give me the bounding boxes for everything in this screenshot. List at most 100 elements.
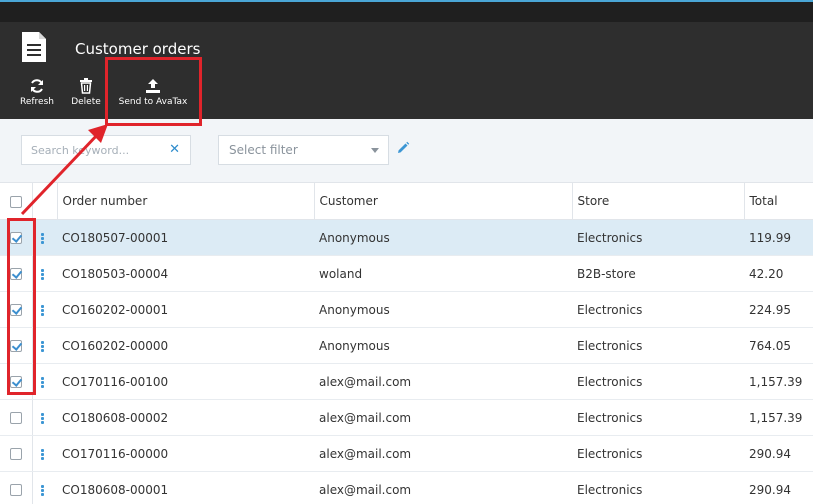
kebab-menu-icon[interactable] (40, 268, 45, 281)
filter-select-value: Select filter (229, 143, 298, 157)
cell-total: 1,157.39 (744, 363, 813, 400)
cell-order-number: CO180503-00004 (57, 255, 314, 292)
delete-label: Delete (71, 97, 101, 107)
cell-customer: alex@mail.com (314, 471, 572, 504)
row-checkbox[interactable] (9, 340, 22, 352)
cell-customer: alex@mail.com (314, 399, 572, 436)
row-menu-cell (32, 471, 57, 504)
cell-order-number: CO180608-00001 (57, 471, 314, 504)
row-checkbox[interactable] (9, 304, 22, 316)
cell-order-number: CO180608-00002 (57, 399, 314, 436)
cell-order-number: CO160202-00001 (57, 291, 314, 328)
orders-table: Order number Customer Store Total CO1805… (0, 182, 813, 504)
row-menu-cell (32, 219, 57, 256)
pencil-icon[interactable] (396, 141, 410, 155)
top-strip (0, 0, 813, 22)
cell-order-number: CO170116-00100 (57, 363, 314, 400)
toolbar: Refresh Delete Send to AvaTax (0, 72, 813, 119)
cell-total: 290.94 (744, 435, 813, 472)
select-all-checkbox[interactable] (9, 195, 22, 208)
search-input[interactable] (22, 136, 162, 164)
column-header-customer[interactable]: Customer (314, 182, 573, 220)
cell-store: Electronics (572, 471, 744, 504)
refresh-icon (31, 79, 43, 93)
table-header-row: Order number Customer Store Total (0, 182, 813, 220)
column-header-order-number[interactable]: Order number (57, 182, 315, 220)
cell-store: B2B-store (572, 255, 744, 292)
delete-button[interactable]: Delete (67, 78, 105, 114)
table-row[interactable]: CO160202-00001 Anonymous Electronics 224.95 (0, 291, 813, 328)
filter-select[interactable]: Select filter (218, 135, 389, 165)
row-checkbox-cell (0, 291, 33, 328)
row-menu-cell (32, 291, 57, 328)
cell-order-number: CO160202-00000 (57, 327, 314, 364)
cell-total: 764.05 (744, 327, 813, 364)
column-header-total[interactable]: Total (744, 182, 813, 220)
row-checkbox-cell (0, 255, 33, 292)
table-row[interactable]: CO170116-00000 alex@mail.com Electronics 29… (0, 435, 813, 472)
page-title: Customer orders (75, 40, 201, 58)
cell-order-number: CO170116-00000 (57, 435, 314, 472)
kebab-menu-icon[interactable] (40, 412, 45, 425)
row-checkbox[interactable] (9, 412, 22, 424)
trash-icon (80, 78, 92, 94)
close-icon[interactable]: ✕ (169, 142, 180, 157)
cell-store: Electronics (572, 363, 744, 400)
cell-customer: alex@mail.com (314, 435, 572, 472)
search-box: ✕ (21, 135, 191, 165)
send-to-avatax-button[interactable]: Send to AvaTax (110, 78, 196, 114)
upload-icon (146, 79, 160, 93)
column-header-store[interactable]: Store (572, 182, 745, 220)
row-checkbox[interactable] (9, 232, 22, 244)
select-all-cell (0, 182, 33, 220)
cell-total: 224.95 (744, 291, 813, 328)
row-checkbox[interactable] (9, 268, 22, 280)
row-checkbox[interactable] (9, 376, 22, 388)
table-row[interactable]: CO160202-00000 Anonymous Electronics 764.05 (0, 327, 813, 364)
menu-header-cell (32, 182, 58, 220)
kebab-menu-icon[interactable] (40, 448, 45, 461)
table-row[interactable]: CO180503-00004 woland B2B-store 42.20 (0, 255, 813, 292)
row-menu-cell (32, 399, 57, 436)
cell-store: Electronics (572, 435, 744, 472)
kebab-menu-icon[interactable] (40, 484, 45, 497)
kebab-menu-icon[interactable] (40, 340, 45, 353)
table-row[interactable]: CO180608-00002 alex@mail.com Electronics 1,… (0, 399, 813, 436)
cell-store: Electronics (572, 291, 744, 328)
row-checkbox[interactable] (9, 484, 22, 496)
row-menu-cell (32, 327, 57, 364)
cell-store: Electronics (572, 219, 744, 256)
row-checkbox-cell (0, 435, 33, 472)
cell-customer: alex@mail.com (314, 363, 572, 400)
cell-total: 42.20 (744, 255, 813, 292)
refresh-button[interactable]: Refresh (17, 78, 57, 114)
send-to-avatax-label: Send to AvaTax (118, 97, 188, 107)
table-row[interactable]: CO170116-00100 alex@mail.com Electronics 1,… (0, 363, 813, 400)
cell-total: 290.94 (744, 471, 813, 504)
page-header: Customer orders (0, 22, 813, 72)
cell-order-number: CO180507-00001 (57, 219, 314, 256)
refresh-label: Refresh (20, 97, 54, 107)
row-checkbox[interactable] (9, 448, 22, 460)
cell-customer: Anonymous (314, 291, 572, 328)
cell-store: Electronics (572, 327, 744, 364)
kebab-menu-icon[interactable] (40, 304, 45, 317)
document-icon (22, 32, 46, 62)
cell-total: 1,157.39 (744, 399, 813, 436)
cell-customer: Anonymous (314, 327, 572, 364)
cell-total: 119.99 (744, 219, 813, 256)
row-menu-cell (32, 363, 57, 400)
row-checkbox-cell (0, 471, 33, 504)
kebab-menu-icon[interactable] (40, 232, 45, 245)
chevron-down-icon (371, 148, 379, 153)
row-menu-cell (32, 255, 57, 292)
row-menu-cell (32, 435, 57, 472)
row-checkbox-cell (0, 399, 33, 436)
row-checkbox-cell (0, 327, 33, 364)
cell-store: Electronics (572, 399, 744, 436)
row-checkbox-cell (0, 363, 33, 400)
table-row[interactable]: CO180507-00001 Anonymous Electronics 119.99 (0, 219, 813, 256)
table-row[interactable]: CO180608-00001 alex@mail.com Electronics 29… (0, 471, 813, 504)
cell-customer: woland (314, 255, 572, 292)
kebab-menu-icon[interactable] (40, 376, 45, 389)
